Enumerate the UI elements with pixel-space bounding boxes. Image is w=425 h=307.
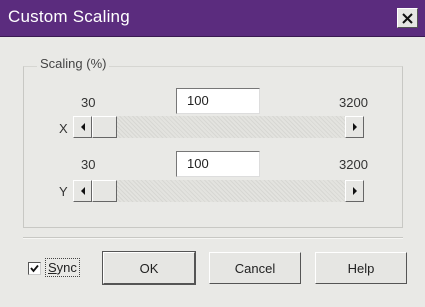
x-scale-scrollbar[interactable] bbox=[73, 116, 364, 138]
y-scale-input[interactable]: 100 bbox=[176, 151, 260, 177]
x-scroll-thumb[interactable] bbox=[92, 116, 117, 138]
y-scroll-right-button[interactable] bbox=[345, 180, 364, 202]
y-min-label: 30 bbox=[81, 157, 96, 172]
close-icon bbox=[402, 12, 413, 24]
y-scroll-thumb[interactable] bbox=[92, 180, 117, 202]
y-max-label: 3200 bbox=[339, 157, 368, 172]
arrow-right-icon bbox=[352, 187, 357, 195]
x-min-label: 30 bbox=[81, 95, 96, 110]
y-scale-scrollbar[interactable] bbox=[73, 180, 364, 202]
arrow-right-icon bbox=[352, 123, 357, 131]
title-bar[interactable]: Custom Scaling bbox=[0, 0, 425, 37]
x-max-label: 3200 bbox=[339, 95, 368, 110]
custom-scaling-dialog: Custom Scaling Scaling (%) 30 100 3200 X… bbox=[0, 0, 425, 307]
scaling-group-label: Scaling (%) bbox=[37, 56, 110, 71]
x-axis-label: X bbox=[59, 121, 68, 136]
x-scale-input[interactable]: 100 bbox=[176, 88, 260, 114]
help-button[interactable]: Help bbox=[315, 252, 407, 284]
separator bbox=[23, 237, 403, 239]
y-scroll-left-button[interactable] bbox=[73, 180, 92, 202]
checkmark-icon bbox=[30, 264, 39, 273]
ok-button[interactable]: OK bbox=[102, 251, 196, 285]
arrow-left-icon bbox=[80, 187, 85, 195]
arrow-left-icon bbox=[80, 123, 85, 131]
x-scroll-left-button[interactable] bbox=[73, 116, 92, 138]
cancel-button[interactable]: Cancel bbox=[209, 252, 301, 284]
sync-checkbox[interactable] bbox=[28, 262, 41, 275]
y-axis-label: Y bbox=[59, 184, 68, 199]
window-title: Custom Scaling bbox=[8, 7, 130, 26]
sync-label[interactable]: Sync bbox=[45, 258, 80, 277]
x-scroll-right-button[interactable] bbox=[345, 116, 364, 138]
close-button[interactable] bbox=[397, 8, 418, 28]
